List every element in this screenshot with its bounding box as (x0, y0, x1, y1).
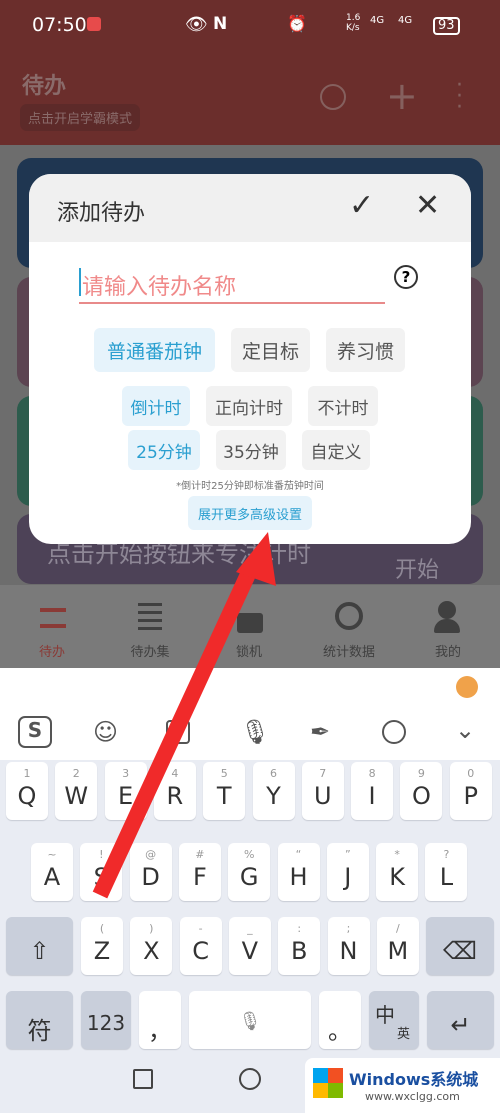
arrow-shaft (92, 566, 258, 899)
annotation-arrow (92, 532, 276, 899)
